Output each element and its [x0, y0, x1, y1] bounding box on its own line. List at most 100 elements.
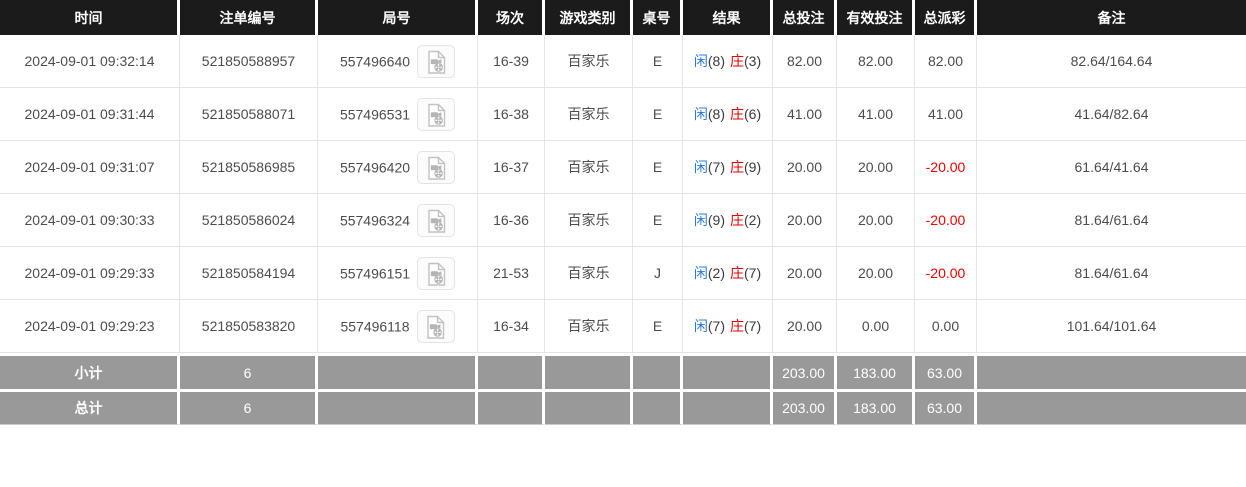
round-number: 557496324 [340, 212, 410, 228]
cell-game-type: 百家乐 [545, 300, 633, 353]
cell-session: 16-39 [478, 35, 545, 88]
subtotal-total-bet: 203.00 [773, 353, 837, 389]
video-replay-button[interactable] [417, 257, 455, 290]
table-row: 2024-09-01 09:29:33 521850584194 5574961… [0, 247, 1246, 300]
cell-game-type: 百家乐 [545, 35, 633, 88]
column-header-table-no: 桌号 [633, 0, 683, 35]
cell-session: 16-36 [478, 194, 545, 247]
cell-round: 557496531 [318, 88, 478, 141]
subtotal-label: 小计 [0, 353, 180, 389]
cell-total-bet[interactable]: 20.00 [773, 247, 837, 300]
table-row: 2024-09-01 09:32:14 521850588957 5574966… [0, 35, 1246, 88]
subtotal-count: 6 [180, 353, 318, 389]
cell-round: 557496420 [318, 141, 478, 194]
cell-total-bet[interactable]: 82.00 [773, 35, 837, 88]
video-replay-button[interactable] [417, 98, 455, 131]
cell-total-bet[interactable]: 20.00 [773, 141, 837, 194]
cell-time: 2024-09-01 09:30:33 [0, 194, 180, 247]
cell-game-type: 百家乐 [545, 247, 633, 300]
cell-table-no: E [633, 141, 683, 194]
cell-game-type: 百家乐 [545, 141, 633, 194]
cell-round: 557496324 [318, 194, 478, 247]
column-header-bet-id: 注单编号 [180, 0, 318, 35]
table-body: 2024-09-01 09:32:14 521850588957 5574966… [0, 35, 1246, 353]
cell-time: 2024-09-01 09:29:23 [0, 300, 180, 353]
result-banker-label: 庄 [730, 53, 744, 69]
cell-total-bet[interactable]: 41.00 [773, 88, 837, 141]
round-number: 557496118 [340, 318, 409, 334]
result-player-score: (9) [708, 212, 725, 228]
result-player-score: (8) [708, 106, 725, 122]
cell-total-bet[interactable]: 20.00 [773, 300, 837, 353]
grand-total-total-bet: 203.00 [773, 389, 837, 425]
cell-table-no: E [633, 88, 683, 141]
grand-total-empty-remark [977, 389, 1246, 425]
grand-total-valid-bet: 183.00 [837, 389, 915, 425]
result-player-score: (7) [708, 318, 725, 334]
video-file-icon [425, 103, 448, 128]
grand-total-count: 6 [180, 389, 318, 425]
result-player-label: 闲 [694, 106, 708, 122]
column-header-time: 时间 [0, 0, 180, 35]
cell-bet-id: 521850584194 [180, 247, 318, 300]
cell-bet-id: 521850586024 [180, 194, 318, 247]
table-row: 2024-09-01 09:29:23 521850583820 5574961… [0, 300, 1246, 353]
cell-remark: 101.64/101.64 [977, 300, 1246, 353]
cell-bet-id: 521850586985 [180, 141, 318, 194]
cell-result: 闲(7)庄(9) [683, 141, 773, 194]
cell-valid-bet: 20.00 [837, 141, 915, 194]
cell-total-payout: 41.00 [915, 88, 977, 141]
grand-total-empty-result [683, 389, 773, 425]
column-header-game-type: 游戏类别 [545, 0, 633, 35]
cell-round: 557496151 [318, 247, 478, 300]
cell-total-payout: -20.00 [915, 194, 977, 247]
result-banker-score: (7) [744, 265, 761, 281]
cell-game-type: 百家乐 [545, 194, 633, 247]
table-header: 时间 注单编号 局号 场次 游戏类别 桌号 结果 总投注 有效投注 总派彩 备注 [0, 0, 1246, 35]
cell-time: 2024-09-01 09:32:14 [0, 35, 180, 88]
video-file-icon [425, 209, 448, 234]
grand-total-empty-round [318, 389, 478, 425]
result-player-label: 闲 [694, 53, 708, 69]
grand-total-empty-table-no [633, 389, 683, 425]
grand-total-empty-session [478, 389, 545, 425]
video-file-icon [425, 262, 448, 287]
result-player-label: 闲 [694, 318, 708, 334]
cell-valid-bet: 41.00 [837, 88, 915, 141]
video-replay-button[interactable] [417, 204, 455, 237]
table-row: 2024-09-01 09:30:33 521850586024 5574963… [0, 194, 1246, 247]
subtotal-empty-result [683, 353, 773, 389]
round-number: 557496640 [340, 53, 410, 69]
cell-session: 16-37 [478, 141, 545, 194]
cell-valid-bet: 20.00 [837, 247, 915, 300]
cell-result: 闲(7)庄(7) [683, 300, 773, 353]
cell-session: 16-38 [478, 88, 545, 141]
video-replay-button[interactable] [417, 310, 455, 343]
cell-result: 闲(8)庄(3) [683, 35, 773, 88]
video-replay-button[interactable] [417, 151, 455, 184]
result-banker-score: (2) [744, 212, 761, 228]
video-file-icon [425, 50, 448, 75]
cell-session: 16-34 [478, 300, 545, 353]
result-player-score: (8) [708, 53, 725, 69]
subtotal-empty-session [478, 353, 545, 389]
cell-valid-bet: 0.00 [837, 300, 915, 353]
table-row: 2024-09-01 09:31:07 521850586985 5574964… [0, 141, 1246, 194]
cell-valid-bet: 20.00 [837, 194, 915, 247]
cell-result: 闲(8)庄(6) [683, 88, 773, 141]
bet-records-table: 时间 注单编号 局号 场次 游戏类别 桌号 结果 总投注 有效投注 总派彩 备注… [0, 0, 1246, 425]
video-file-icon [425, 156, 448, 181]
cell-remark: 61.64/41.64 [977, 141, 1246, 194]
cell-table-no: J [633, 247, 683, 300]
cell-time: 2024-09-01 09:29:33 [0, 247, 180, 300]
video-file-icon [424, 315, 447, 340]
result-banker-label: 庄 [730, 106, 744, 122]
result-player-label: 闲 [694, 159, 708, 175]
grand-total-label: 总计 [0, 389, 180, 425]
cell-total-bet[interactable]: 20.00 [773, 194, 837, 247]
grand-total-total-payout: 63.00 [915, 389, 977, 425]
result-player-label: 闲 [694, 265, 708, 281]
round-number: 557496420 [340, 159, 410, 175]
subtotal-valid-bet: 183.00 [837, 353, 915, 389]
video-replay-button[interactable] [417, 45, 455, 78]
